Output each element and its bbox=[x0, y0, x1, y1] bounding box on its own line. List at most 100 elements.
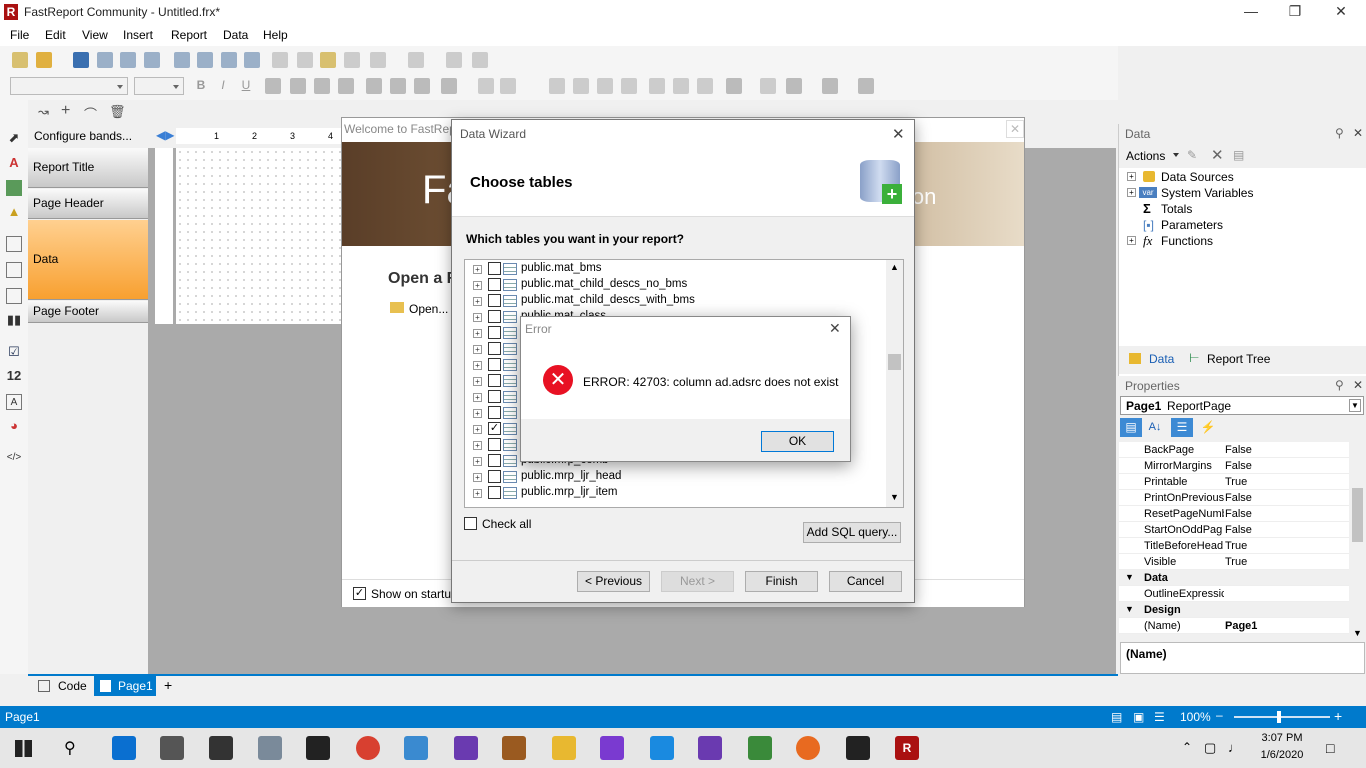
align-center-icon[interactable] bbox=[290, 78, 306, 94]
chevron-down-icon[interactable]: ▼ bbox=[1125, 604, 1134, 614]
border-none-icon[interactable] bbox=[673, 78, 689, 94]
zip-code-icon[interactable]: 12 bbox=[6, 368, 22, 384]
border-bottom-icon[interactable] bbox=[573, 78, 589, 94]
rotate-icon[interactable] bbox=[500, 78, 516, 94]
property-value[interactable]: True bbox=[1225, 476, 1247, 488]
table-row[interactable]: + public.mrp_ljr_head bbox=[465, 469, 885, 485]
fastreport-taskbar-icon[interactable]: R bbox=[895, 736, 919, 760]
barcode-icon[interactable]: ▮▮ bbox=[6, 312, 22, 328]
property-row[interactable]: (Name) Page1 bbox=[1119, 618, 1349, 634]
property-row[interactable]: BackPage False bbox=[1119, 442, 1349, 458]
text-color-icon[interactable] bbox=[441, 78, 457, 94]
checkbox-object-icon[interactable]: ☑ bbox=[6, 344, 22, 360]
property-row[interactable]: OutlineExpressic bbox=[1119, 586, 1349, 602]
shape-object-icon[interactable]: ▲ bbox=[6, 204, 22, 220]
undo-icon[interactable] bbox=[370, 52, 386, 68]
scroll-up-icon[interactable]: ▲ bbox=[890, 262, 899, 272]
align-right-icon[interactable] bbox=[314, 78, 330, 94]
text-object-icon[interactable]: A bbox=[6, 155, 22, 171]
table-checkbox[interactable] bbox=[488, 406, 501, 419]
expand-icon[interactable]: + bbox=[1127, 172, 1136, 181]
italic-icon[interactable]: I bbox=[215, 78, 231, 94]
expand-icon[interactable]: + bbox=[473, 265, 482, 274]
table-checkbox[interactable] bbox=[488, 326, 501, 339]
font-name-combo[interactable] bbox=[10, 77, 128, 95]
border-all-icon[interactable] bbox=[649, 78, 665, 94]
edit-icon[interactable]: ✎ bbox=[1187, 148, 1197, 162]
add-page-icon[interactable]: + bbox=[164, 677, 172, 693]
copy-clip-icon[interactable] bbox=[297, 52, 313, 68]
fill-color-icon[interactable] bbox=[726, 78, 742, 94]
add-sql-query-button[interactable]: Add SQL query... bbox=[803, 522, 901, 543]
configure-bands-link[interactable]: Configure bands... bbox=[34, 129, 132, 143]
library-icon[interactable] bbox=[502, 736, 526, 760]
property-value[interactable]: False bbox=[1225, 524, 1252, 536]
justify-icon[interactable] bbox=[338, 78, 354, 94]
search-icon[interactable]: ⚲ bbox=[64, 738, 76, 758]
tree-system-variables[interactable]: System Variables bbox=[1161, 186, 1253, 200]
volume-icon[interactable]: ♩ bbox=[1228, 740, 1241, 755]
tab-report-tree[interactable]: Report Tree bbox=[1207, 352, 1270, 366]
format-painter-icon[interactable] bbox=[344, 52, 360, 68]
border-top-icon[interactable] bbox=[549, 78, 565, 94]
expand-icon[interactable]: + bbox=[1127, 236, 1136, 245]
connector-icon[interactable]: ↝ bbox=[38, 104, 49, 120]
expand-icon[interactable]: + bbox=[473, 329, 482, 338]
table-row[interactable]: + public.mrp_ljr_item bbox=[465, 485, 885, 501]
align-left-icon[interactable] bbox=[265, 78, 281, 94]
band-report-title[interactable]: Report Title bbox=[28, 148, 148, 188]
expand-icon[interactable]: + bbox=[473, 345, 482, 354]
line-width-icon[interactable] bbox=[822, 78, 838, 94]
band-data[interactable]: Data bbox=[28, 220, 148, 300]
pin-icon[interactable]: ⚲ bbox=[1335, 378, 1344, 392]
firefox-icon[interactable] bbox=[796, 736, 820, 760]
band-page-footer[interactable]: Page Footer bbox=[28, 301, 148, 323]
actions-dropdown-icon[interactable] bbox=[1173, 153, 1179, 160]
finish-button[interactable]: Finish bbox=[745, 571, 818, 592]
data-panel-close-icon[interactable]: ✕ bbox=[1353, 126, 1363, 140]
cancel-button[interactable]: Cancel bbox=[829, 571, 902, 592]
border-right-icon[interactable] bbox=[621, 78, 637, 94]
tab-data[interactable]: Data bbox=[1149, 352, 1174, 366]
save-icon[interactable] bbox=[73, 52, 89, 68]
zoom-out-icon[interactable]: – bbox=[1216, 708, 1223, 722]
border-left-icon[interactable] bbox=[597, 78, 613, 94]
tab-code[interactable]: Code bbox=[58, 679, 87, 693]
paste-icon[interactable] bbox=[320, 52, 336, 68]
valign-top-icon[interactable] bbox=[366, 78, 382, 94]
menu-data[interactable]: Data bbox=[223, 28, 248, 42]
table-checkbox[interactable] bbox=[488, 390, 501, 403]
matrix-object-icon[interactable] bbox=[6, 288, 22, 304]
tree-functions[interactable]: Functions bbox=[1161, 234, 1213, 248]
view-icon[interactable]: ▤ bbox=[1233, 148, 1244, 162]
menu-report[interactable]: Report bbox=[171, 28, 207, 42]
picture-object-icon[interactable] bbox=[6, 180, 22, 196]
highlight-icon[interactable] bbox=[478, 78, 494, 94]
visual-studio-3-icon[interactable] bbox=[698, 736, 722, 760]
layout-icon[interactable]: ▤ bbox=[1111, 710, 1122, 724]
property-value[interactable]: True bbox=[1225, 540, 1247, 552]
redo-icon[interactable] bbox=[408, 52, 424, 68]
property-row[interactable]: MirrorMargins False bbox=[1119, 458, 1349, 474]
menu-view[interactable]: View bbox=[82, 28, 108, 42]
zoom-slider[interactable] bbox=[1234, 716, 1330, 718]
border-edit-icon[interactable] bbox=[697, 78, 713, 94]
table-checkbox[interactable] bbox=[488, 374, 501, 387]
category-design[interactable]: ▼ Design bbox=[1119, 602, 1349, 618]
table-checkbox[interactable] bbox=[488, 470, 501, 483]
object-selector[interactable]: Page1 ReportPage ▼ bbox=[1120, 396, 1364, 415]
bold-icon[interactable]: B bbox=[193, 78, 209, 94]
table-row[interactable]: + public.mat_bms bbox=[465, 261, 885, 277]
report-page[interactable] bbox=[176, 148, 342, 324]
expand-icon[interactable]: + bbox=[473, 361, 482, 370]
font-size-combo[interactable] bbox=[134, 77, 184, 95]
categorized-icon[interactable]: ▤ bbox=[1120, 418, 1142, 437]
collapse-bands-icon[interactable]: ◀▶ bbox=[156, 128, 174, 142]
table-checkbox[interactable] bbox=[488, 262, 501, 275]
chrome-icon[interactable] bbox=[356, 736, 380, 760]
show-startup-checkbox[interactable]: ✓ bbox=[353, 587, 366, 600]
scroll-thumb[interactable] bbox=[888, 354, 901, 370]
next-button[interactable]: Next > bbox=[661, 571, 734, 592]
open-link[interactable]: Open... bbox=[409, 302, 448, 316]
expand-icon[interactable]: + bbox=[473, 489, 482, 498]
